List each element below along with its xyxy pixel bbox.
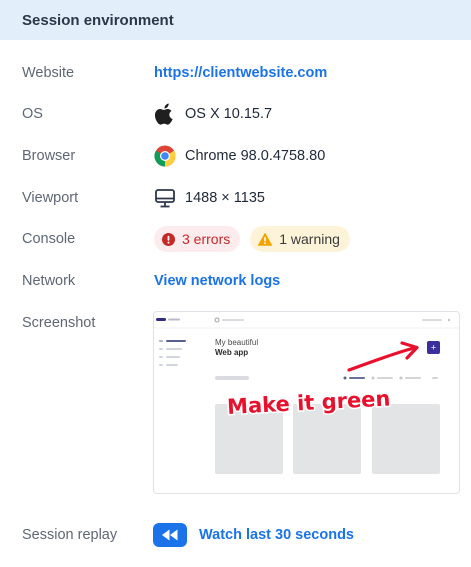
os-value: OS X 10.15.7 [185,106,273,122]
screenshot-thumbnail[interactable]: My beautiful Web app + Make it green [153,311,460,494]
website-link[interactable]: https://clientwebsite.com [154,65,327,81]
browser-label: Browser [22,148,76,164]
browser-value: Chrome 98.0.4758.80 [185,148,326,164]
annotation-text: Make it green [227,386,391,419]
warning-badge[interactable]: 1 warning [250,226,350,252]
website-row: Website https://clientwebsite.com [0,56,471,90]
error-icon [162,232,175,246]
os-row: OS OS X 10.15.7 [0,97,471,131]
watch-replay-link[interactable]: Watch last 30 seconds [199,527,354,543]
preview-title: Web app [215,348,248,357]
monitor-icon [154,187,176,209]
preview-subtitle: My beautiful [215,338,258,347]
browser-row: Browser Chrome 98.0.4758.80 [0,139,471,173]
warning-count: 1 warning [279,231,340,247]
apple-icon [154,103,176,125]
session-environment-panel: Session environment Website https://clie… [0,0,471,567]
preview-logo [156,318,166,321]
replay-label: Session replay [22,527,118,543]
annotation-arrow [347,346,416,372]
viewport-value: 1488 × 1135 [185,190,265,206]
chrome-icon [154,145,176,167]
panel-title: Session environment [22,11,174,29]
errors-badge[interactable]: 3 errors [154,226,241,252]
errors-count: 3 errors [182,231,231,247]
rewind-icon [161,529,179,541]
console-row: Console 3 errors 1 warning [0,222,471,256]
screenshot-label: Screenshot [22,315,96,331]
network-row: Network View network logs [0,264,471,298]
network-label: Network [22,273,76,289]
replay-row: Session replay Watch last 30 seconds [0,518,471,552]
viewport-row: Viewport 1488 × 1135 [0,181,471,215]
preview-search-icon [214,317,220,323]
rewind-button[interactable] [153,523,187,547]
viewport-label: Viewport [22,190,79,206]
console-label: Console [22,231,76,247]
warning-icon [258,232,273,246]
panel-header: Session environment [0,0,471,40]
website-label: Website [22,65,75,81]
os-label: OS [22,106,43,122]
network-logs-link[interactable]: View network logs [154,273,280,289]
svg-text:+: + [431,343,436,353]
